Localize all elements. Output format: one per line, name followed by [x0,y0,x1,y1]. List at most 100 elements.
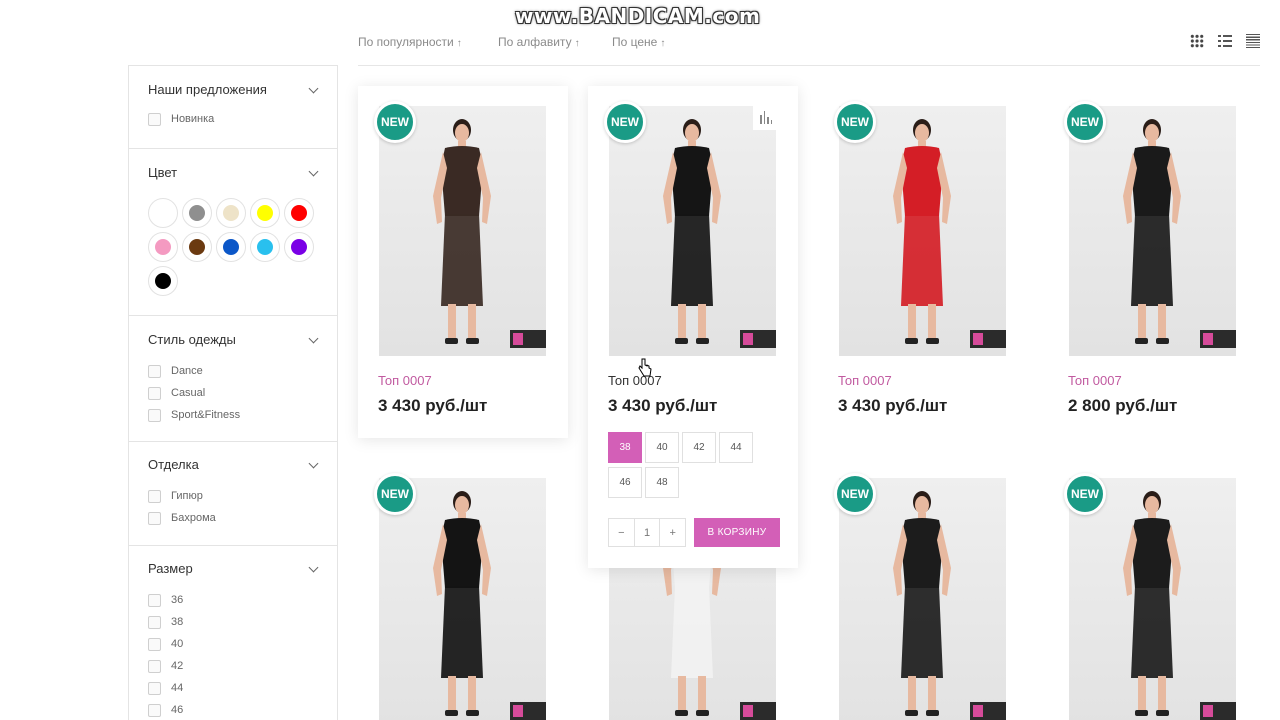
filter-title[interactable]: Размер [148,546,318,576]
grid-view-icon[interactable] [1190,34,1204,48]
new-badge: NEW [834,101,876,143]
product-name[interactable]: Топ 0007 [1068,373,1122,388]
color-swatch[interactable] [148,266,178,296]
color-swatch[interactable] [182,232,212,262]
brand-logo [1200,330,1236,348]
checkbox[interactable] [148,112,161,126]
size-option[interactable]: 48 [645,467,679,498]
color-swatch[interactable] [148,232,178,262]
sort-by-alphabet[interactable]: По алфавиту ↑ [498,35,580,49]
brand-logo [510,330,546,348]
color-swatch[interactable] [284,198,314,228]
new-badge: NEW [834,473,876,515]
color-swatch[interactable] [250,198,280,228]
checkbox[interactable] [148,637,161,651]
filter-option: 40 [148,633,318,655]
product-price: 2 800 руб./шт [1068,396,1178,415]
checkbox[interactable] [148,659,161,673]
product-name[interactable]: Топ 0007 [608,373,662,388]
product-photo[interactable] [379,106,546,356]
checkbox[interactable] [148,364,161,378]
color-swatch[interactable] [182,198,212,228]
checkbox[interactable] [148,511,161,525]
checkbox[interactable] [148,703,161,717]
hand-cursor-icon [638,358,652,377]
filter-offers: Наши предложения Новинка [129,66,337,149]
product-name[interactable]: Топ 0007 [838,373,892,388]
sort-by-popularity[interactable]: По популярности ↑ [358,35,462,49]
model-photo [893,491,951,716]
checkbox[interactable] [148,681,161,695]
product-photo[interactable] [609,106,776,356]
filter-option-label: Бахрома [171,512,216,524]
checkbox[interactable] [148,489,161,503]
swatch-dot [257,239,273,255]
filter-option-label: Гипюр [171,490,203,502]
new-badge: NEW [374,473,416,515]
size-option[interactable]: 38 [608,432,642,463]
checkbox-list: 36 38 40 42 44 46 [148,589,318,720]
filter-title[interactable]: Цвет [148,149,318,180]
new-badge: NEW [1064,101,1106,143]
product-price: 3 430 руб./шт [378,396,488,415]
swatch-dot [189,239,205,255]
size-option[interactable]: 40 [645,432,679,463]
swatch-dot [291,205,307,221]
size-option[interactable]: 44 [719,432,753,463]
size-option[interactable]: 46 [608,467,642,498]
brand-logo [740,702,776,720]
product-photo[interactable] [1069,478,1236,720]
product-photo[interactable] [839,106,1006,356]
qty-minus-button[interactable]: − [609,519,634,546]
view-mode-switcher [1190,34,1260,48]
color-swatch[interactable] [284,232,314,262]
checkbox-list: Dance Casual Sport&Fitness [148,360,318,426]
color-swatch[interactable] [148,198,178,228]
swatch-dot [257,205,273,221]
size-option[interactable]: 42 [682,432,716,463]
new-badge: NEW [1064,473,1106,515]
checkbox[interactable] [148,386,161,400]
sort-label: По популярности [358,35,454,49]
qty-plus-button[interactable]: + [660,519,685,546]
filter-option-label: Casual [171,387,206,399]
product-photo[interactable] [839,478,1006,720]
color-swatch[interactable] [216,198,246,228]
checkbox[interactable] [148,615,161,629]
filter-option: 46 [148,699,318,720]
filter-option-label: Sport&Fitness [171,409,241,421]
filter-title[interactable]: Наши предложения [148,66,318,97]
table-view-icon[interactable] [1246,34,1260,48]
filter-title[interactable]: Отделка [148,442,318,472]
checkbox[interactable] [148,593,161,607]
filter-option: Sport&Fitness [148,404,318,426]
filter-option: 36 [148,589,318,611]
product-photo[interactable] [1069,106,1236,356]
sort-by-price[interactable]: По цене ↑ [612,35,665,49]
product-price: 3 430 руб./шт [838,396,948,415]
swatch-dot [223,205,239,221]
new-badge: NEW [374,101,416,143]
qty-input[interactable]: 1 [633,519,661,546]
brand-logo [970,330,1006,348]
add-to-cart-button[interactable]: В КОРЗИНУ [694,518,780,547]
checkbox[interactable] [148,408,161,422]
color-swatch[interactable] [216,232,246,262]
size-selector: 38 40 42 44 46 48 [608,432,768,498]
swatch-dot [150,200,176,226]
product-name[interactable]: Топ 0007 [378,373,432,388]
new-badge: NEW [604,101,646,143]
filter-title[interactable]: Стиль одежды [148,316,318,347]
quantity-stepper: − 1 + [608,518,686,547]
filter-option: 38 [148,611,318,633]
model-photo [1123,491,1181,716]
product-photo[interactable] [379,478,546,720]
color-swatch[interactable] [250,232,280,262]
list-view-icon[interactable] [1218,34,1232,48]
compare-chart-icon[interactable] [753,106,777,130]
filter-option-label: Dance [171,365,203,377]
brand-logo [510,702,546,720]
sort-arrow-icon: ↑ [574,38,580,49]
sort-arrow-icon: ↑ [660,38,666,49]
filter-color: Цвет [129,149,337,316]
